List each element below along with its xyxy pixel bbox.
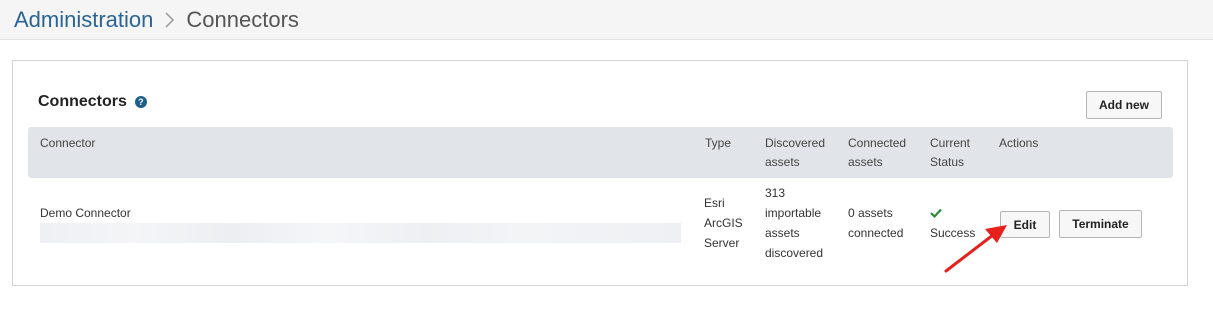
chevron-right-icon [165, 11, 175, 28]
header-connected[interactable]: Connected assets [848, 134, 906, 172]
breadcrumb: Administration Connectors [0, 0, 1213, 40]
connector-name: Demo Connector [40, 206, 131, 220]
terminate-button[interactable]: Terminate [1059, 210, 1142, 238]
discovered-assets: 313 importable assets discovered [765, 183, 823, 263]
annotation-arrow-icon [944, 225, 1007, 273]
header-type[interactable]: Type [705, 134, 731, 153]
discovered-line4: discovered [765, 246, 824, 260]
connected-line2: connected [848, 226, 904, 240]
discovered-line1: 313 [765, 186, 786, 200]
type-line2: ArcGIS [704, 216, 743, 230]
header-status-line2: Status [930, 155, 965, 169]
header-discovered-line2: assets [765, 155, 800, 169]
header-connected-line1: Connected [848, 136, 907, 150]
connected-line1: 0 assets [848, 206, 893, 220]
header-status[interactable]: Current Status [930, 134, 970, 172]
header-actions: Actions [999, 136, 1039, 150]
header-discovered-line1: Discovered [765, 136, 826, 150]
panel-title: Connectors ? [38, 93, 147, 111]
redacted-description [40, 223, 681, 243]
header-connected-line2: assets [848, 155, 883, 169]
panel-title-text: Connectors [38, 93, 127, 110]
breadcrumb-current: Connectors [186, 6, 299, 32]
help-icon[interactable]: ? [134, 96, 147, 108]
connector-type: Esri ArcGIS Server [704, 193, 743, 253]
header-discovered[interactable]: Discovered assets [765, 134, 825, 172]
breadcrumb-administration-link[interactable]: Administration [14, 7, 153, 33]
header-status-line1: Current [930, 136, 971, 150]
connected-assets: 0 assets connected [848, 203, 903, 243]
discovered-line3: assets [765, 226, 800, 240]
add-new-button[interactable]: Add new [1086, 91, 1162, 119]
discovered-line2: importable [765, 206, 822, 220]
header-connector[interactable]: Connector [40, 134, 95, 153]
type-line3: Server [704, 236, 740, 250]
type-line1: Esri [704, 196, 725, 210]
table-header: Connector Type Discovered assets Connect… [28, 127, 1173, 178]
